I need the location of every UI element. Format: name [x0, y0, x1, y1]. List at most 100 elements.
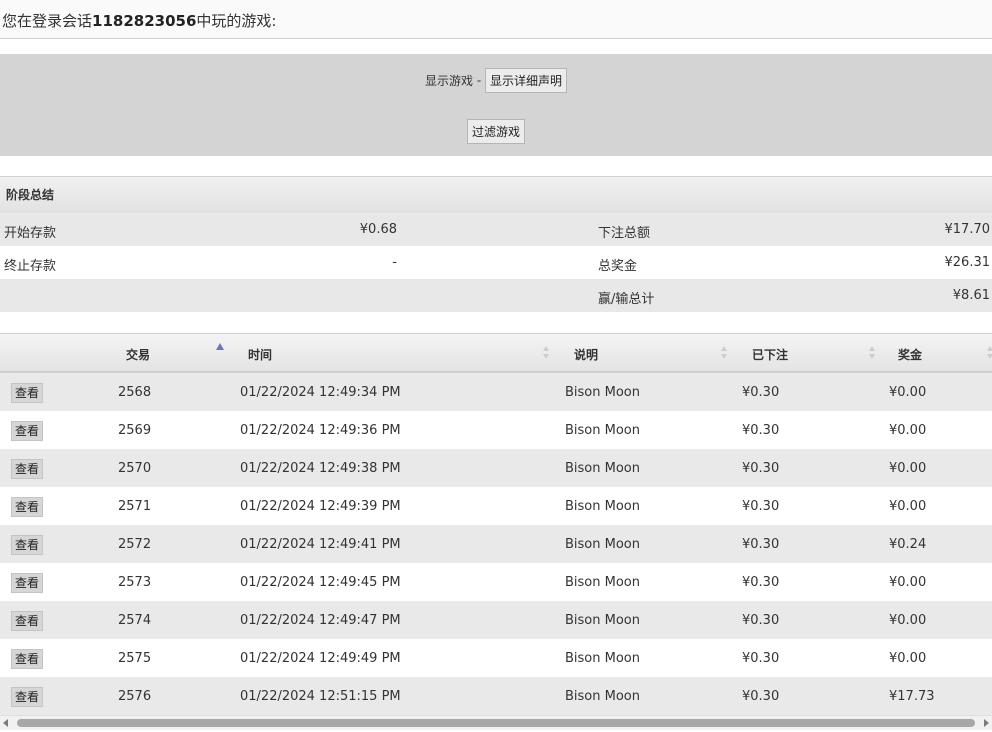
game-time: 01/22/2024 12:49:38 PM: [240, 461, 401, 476]
view-button[interactable]: 查看: [11, 421, 44, 441]
table-row: 查看 2573 01/22/2024 12:49:45 PM Bison Moo…: [0, 563, 992, 601]
view-button[interactable]: 查看: [11, 383, 44, 403]
summary-row: 开始存款 ¥0.68 下注总额 ¥17.70: [0, 213, 992, 246]
view-button[interactable]: 查看: [11, 573, 44, 593]
game-time: 01/22/2024 12:49:49 PM: [240, 651, 401, 666]
net-total-label: 赢/输总计: [598, 292, 655, 307]
bet-amount: ¥0.30: [742, 499, 780, 514]
show-games-label: 显示游戏: [424, 74, 473, 88]
transaction-id: 2571: [118, 499, 152, 514]
game-time: 01/22/2024 12:49:34 PM: [240, 385, 401, 400]
end-balance-value: -: [392, 255, 397, 270]
bet-amount: ¥0.30: [742, 651, 780, 666]
game-description: Bison Moon: [565, 423, 640, 438]
start-balance-label: 开始存款: [4, 226, 57, 241]
game-description: Bison Moon: [565, 537, 640, 552]
total-win-label: 总奖金: [598, 259, 638, 274]
separator: -: [476, 73, 482, 88]
transaction-id: 2573: [118, 575, 152, 590]
filter-games-button[interactable]: 过滤游戏: [466, 119, 525, 144]
view-button[interactable]: 查看: [11, 611, 44, 631]
table-row: 查看 2568 01/22/2024 12:49:34 PM Bison Moo…: [0, 373, 992, 411]
win-amount: ¥0.00: [889, 385, 927, 400]
summary-title: 阶段总结: [0, 177, 992, 213]
net-total-value: ¥8.61: [952, 288, 990, 303]
end-balance-label: 终止存款: [4, 259, 57, 274]
start-balance-value: ¥0.68: [359, 222, 397, 237]
win-amount: ¥0.00: [889, 613, 927, 628]
filter-row-submit: 过滤游戏: [0, 119, 992, 144]
game-time: 01/22/2024 12:49:36 PM: [240, 423, 401, 438]
filter-row-show: 显示游戏 - 显示详细声明: [0, 68, 992, 93]
scrollbar-thumb[interactable]: [17, 719, 975, 727]
transaction-id: 2568: [118, 385, 152, 400]
column-header-bet[interactable]: 已下注: [752, 346, 788, 363]
table-row: 查看 2570 01/22/2024 12:49:38 PM Bison Moo…: [0, 449, 992, 487]
game-description: Bison Moon: [565, 613, 640, 628]
game-history-page: 您在登录会话1182823056中玩的游戏: 显示游戏 - 显示详细声明 过滤游…: [0, 0, 992, 732]
sort-icon: [987, 346, 992, 359]
table-row: 查看 2574 01/22/2024 12:49:47 PM Bison Moo…: [0, 601, 992, 639]
bet-amount: ¥0.30: [742, 689, 780, 704]
horizontal-scrollbar[interactable]: [0, 715, 992, 730]
win-amount: ¥0.00: [889, 575, 927, 590]
games-table: 交易 时间 说明 已下注 奖金 查看 2568 01/22/2024 12:49…: [0, 333, 992, 715]
sort-ascending-icon: [216, 343, 224, 350]
table-row: 查看 2575 01/22/2024 12:49:49 PM Bison Moo…: [0, 639, 992, 677]
game-description: Bison Moon: [565, 651, 640, 666]
transaction-id: 2575: [118, 651, 152, 666]
table-row: 查看 2571 01/22/2024 12:49:39 PM Bison Moo…: [0, 487, 992, 525]
session-header-prefix: 您在登录会话: [2, 12, 93, 30]
game-description: Bison Moon: [565, 575, 640, 590]
total-bet-label: 下注总额: [598, 226, 651, 241]
summary-row: 赢/输总计 ¥8.61: [0, 279, 992, 312]
sort-icon: [721, 346, 727, 359]
column-header-transaction[interactable]: 交易: [126, 346, 150, 363]
session-header-suffix: 中玩的游戏:: [196, 12, 277, 30]
view-button[interactable]: 查看: [11, 649, 44, 669]
table-row: 查看 2569 01/22/2024 12:49:36 PM Bison Moo…: [0, 411, 992, 449]
table-row: 查看 2576 01/22/2024 12:51:15 PM Bison Moo…: [0, 677, 992, 715]
win-amount: ¥0.00: [889, 423, 927, 438]
game-time: 01/22/2024 12:49:41 PM: [240, 537, 401, 552]
game-description: Bison Moon: [565, 689, 640, 704]
show-details-button[interactable]: 显示详细声明: [485, 68, 568, 93]
game-time: 01/22/2024 12:49:39 PM: [240, 499, 401, 514]
session-header: 您在登录会话1182823056中玩的游戏:: [0, 0, 992, 39]
view-button[interactable]: 查看: [11, 459, 44, 479]
view-button[interactable]: 查看: [11, 497, 44, 517]
game-time: 01/22/2024 12:49:45 PM: [240, 575, 401, 590]
game-time: 01/22/2024 12:51:15 PM: [240, 689, 401, 704]
column-header-description[interactable]: 说明: [574, 346, 598, 363]
scroll-right-icon[interactable]: [984, 719, 989, 727]
transaction-id: 2569: [118, 423, 152, 438]
table-row: 查看 2572 01/22/2024 12:49:41 PM Bison Moo…: [0, 525, 992, 563]
scroll-left-icon[interactable]: [3, 719, 8, 727]
win-amount: ¥0.00: [889, 461, 927, 476]
total-win-value: ¥26.31: [944, 255, 991, 270]
transaction-id: 2574: [118, 613, 152, 628]
transaction-id: 2576: [118, 689, 152, 704]
filter-panel: 显示游戏 - 显示详细声明 过滤游戏: [0, 54, 992, 156]
bet-amount: ¥0.30: [742, 423, 780, 438]
game-description: Bison Moon: [565, 385, 640, 400]
period-summary: 阶段总结 开始存款 ¥0.68 下注总额 ¥17.70 终止存款 - 总奖金 ¥…: [0, 176, 992, 312]
game-time: 01/22/2024 12:49:47 PM: [240, 613, 401, 628]
view-button[interactable]: 查看: [11, 687, 44, 707]
bet-amount: ¥0.30: [742, 613, 780, 628]
column-header-win[interactable]: 奖金: [898, 346, 922, 363]
total-bet-value: ¥17.70: [944, 222, 991, 237]
view-button[interactable]: 查看: [11, 535, 44, 555]
bet-amount: ¥0.30: [742, 575, 780, 590]
bet-amount: ¥0.30: [742, 537, 780, 552]
session-id: 1182823056: [92, 12, 197, 30]
table-header: 交易 时间 说明 已下注 奖金: [0, 334, 992, 373]
bet-amount: ¥0.30: [742, 461, 780, 476]
column-header-time[interactable]: 时间: [248, 346, 272, 363]
bet-amount: ¥0.30: [742, 385, 780, 400]
transaction-id: 2572: [118, 537, 152, 552]
win-amount: ¥0.00: [889, 651, 927, 666]
transaction-id: 2570: [118, 461, 152, 476]
game-description: Bison Moon: [565, 499, 640, 514]
sort-icon: [543, 346, 549, 359]
